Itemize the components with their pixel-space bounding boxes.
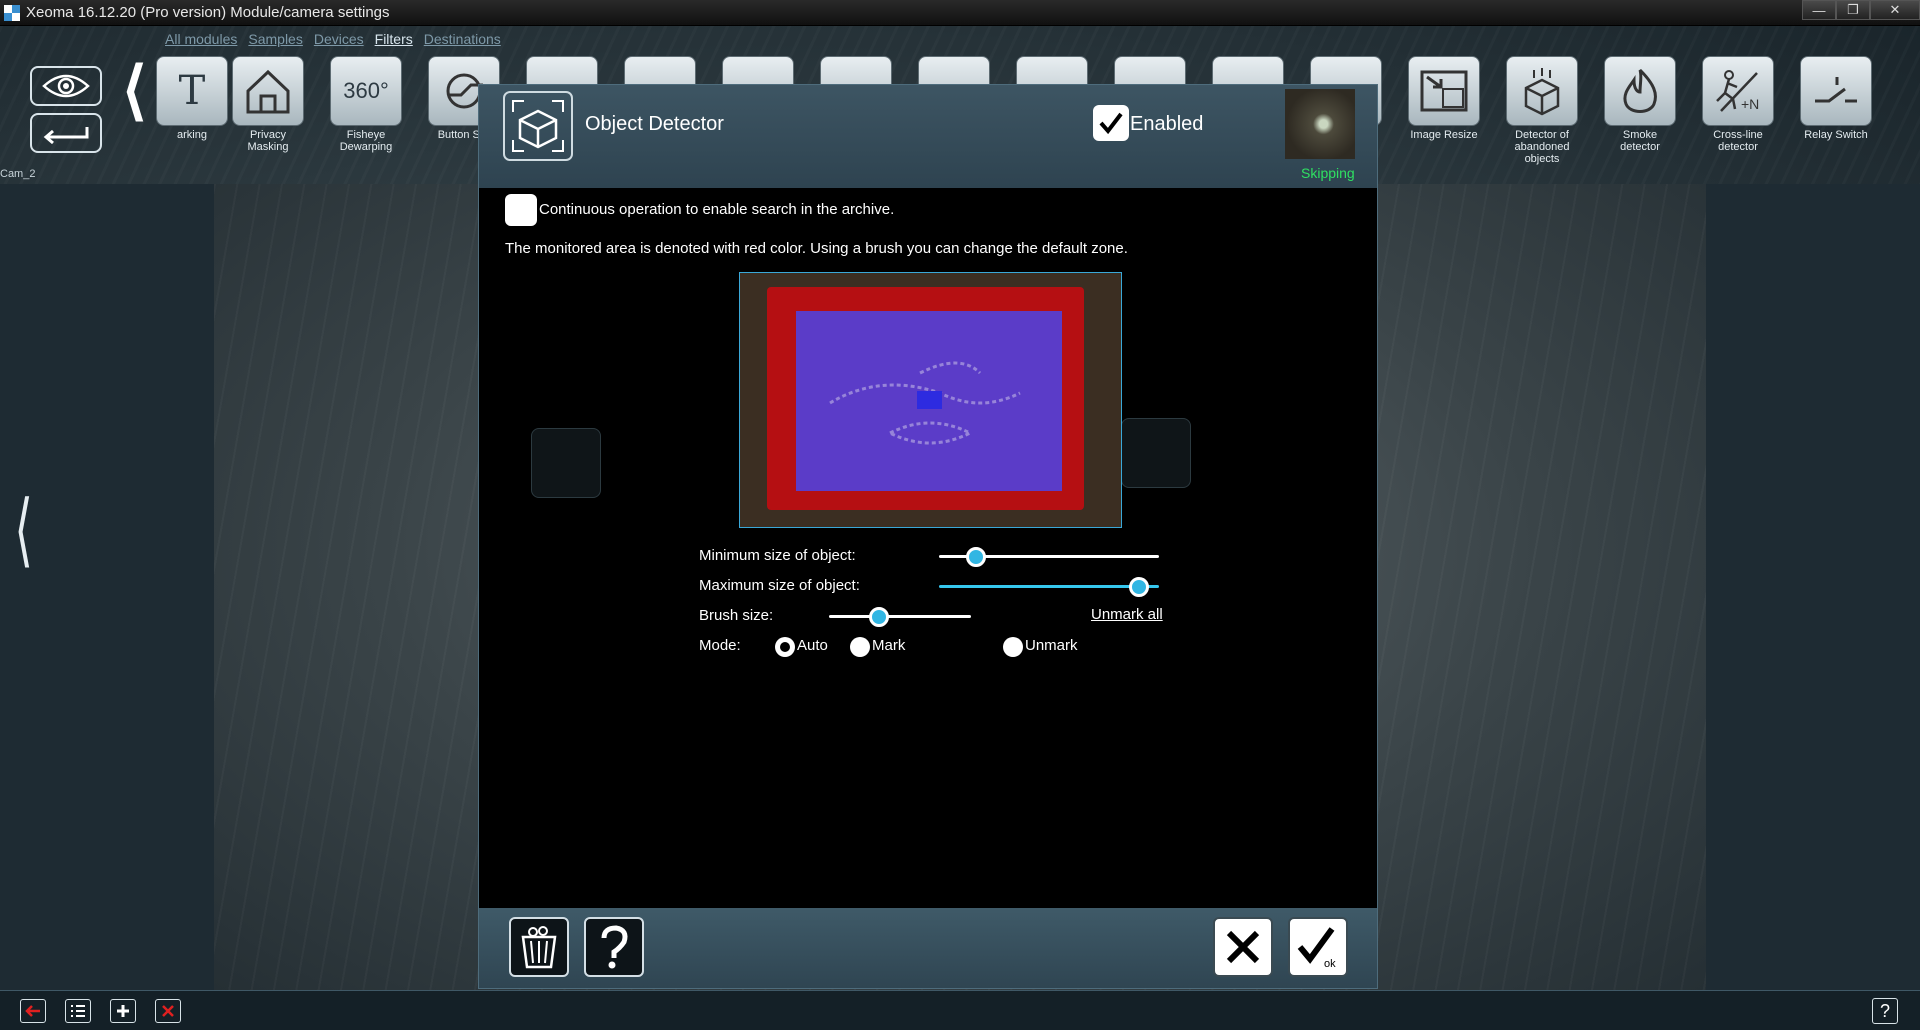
unmark-all-link[interactable]: Unmark all: [1091, 606, 1163, 623]
app-logo-icon: [4, 4, 20, 21]
fisheye-dewarping-icon: 360°: [330, 56, 402, 126]
mode-mark-radio[interactable]: [850, 637, 870, 657]
brush-size-slider[interactable]: [829, 607, 971, 627]
mode-auto-label: Auto: [797, 637, 828, 654]
zone-info-text: The monitored area is denoted with red c…: [505, 240, 1128, 257]
module-privacy-masking[interactable]: Privacy Masking: [232, 56, 304, 153]
scroll-left-modules-icon[interactable]: ⟨: [122, 58, 147, 122]
ghost-camera-icon: [531, 428, 601, 498]
min-size-knob[interactable]: [966, 547, 987, 567]
svg-text:+N: +N: [1741, 96, 1759, 112]
module-relay-switch[interactable]: Relay Switch: [1800, 56, 1872, 141]
object-detector-dialog: Object Detector Enabled Skipping Continu…: [478, 84, 1378, 989]
global-help-button[interactable]: ?: [1872, 998, 1898, 1024]
camera-label: Cam_2: [0, 168, 36, 180]
max-size-knob[interactable]: [1129, 577, 1150, 597]
bottom-bar: ?: [0, 990, 1920, 1030]
object-detector-icon: [503, 91, 573, 161]
return-arrow-icon: [43, 127, 89, 145]
checkmark-icon: ok: [1297, 927, 1336, 969]
relay-switch-icon: [1800, 56, 1872, 126]
mode-unmark-label: Unmark: [1025, 637, 1078, 654]
back-arrow-button[interactable]: [20, 999, 46, 1023]
back-button[interactable]: [30, 113, 102, 153]
brush-size-label: Brush size:: [699, 607, 774, 624]
left-tools: [30, 66, 102, 160]
window-title: Xeoma 16.12.20 (Pro version) Module/came…: [26, 4, 390, 21]
module-cross-line[interactable]: +N Cross-line detector: [1702, 56, 1774, 153]
mode-label: Mode:: [699, 637, 741, 654]
smoke-detector-icon: [1604, 56, 1676, 126]
prev-arrow-icon[interactable]: ⟨: [14, 490, 33, 570]
image-resize-icon: [1408, 56, 1480, 126]
delete-module-button[interactable]: [509, 917, 569, 977]
min-size-slider[interactable]: [939, 547, 1159, 567]
minimize-button[interactable]: —: [1802, 0, 1836, 20]
text-marking-icon: T: [156, 56, 228, 126]
right-panel: [1706, 184, 1920, 990]
restore-button[interactable]: ❐: [1836, 0, 1870, 20]
max-size-slider[interactable]: [939, 577, 1159, 597]
continuous-operation-label: Continuous operation to enable search in…: [539, 201, 895, 218]
dialog-header: Object Detector Enabled Skipping: [479, 85, 1377, 188]
nav-destinations[interactable]: Destinations: [424, 31, 501, 47]
help-button[interactable]: [584, 917, 644, 977]
privacy-masking-icon: [232, 56, 304, 126]
nav-devices[interactable]: Devices: [314, 31, 364, 47]
mode-mark-label: Mark: [872, 637, 906, 654]
min-size-label: Minimum size of object:: [699, 547, 856, 564]
module-abandoned-objects[interactable]: Detector of abandoned objects: [1506, 56, 1578, 165]
cross-line-icon: +N: [1702, 56, 1774, 126]
ok-button[interactable]: ok: [1288, 917, 1348, 977]
module-smoke-detector[interactable]: Smoke detector: [1604, 56, 1676, 153]
mode-unmark-radio[interactable]: [1003, 637, 1023, 657]
enabled-label: Enabled: [1130, 113, 1204, 135]
status-text: Skipping: [1301, 165, 1355, 181]
continuous-operation-checkbox[interactable]: [505, 194, 537, 226]
close-window-button[interactable]: ✕: [1870, 0, 1920, 20]
remove-button[interactable]: [155, 999, 181, 1023]
nav-filters[interactable]: Filters: [375, 31, 413, 47]
list-icon: [71, 1005, 85, 1017]
mode-auto-radio[interactable]: [775, 637, 795, 657]
module-fisheye-dewarping[interactable]: 360° Fisheye Dewarping: [330, 56, 402, 153]
cancel-button[interactable]: [1213, 917, 1273, 977]
zone-center-marker: [917, 391, 942, 409]
title-bar: Xeoma 16.12.20 (Pro version) Module/came…: [0, 0, 1920, 26]
close-icon: [1226, 930, 1260, 964]
detection-zone-editor[interactable]: [739, 272, 1122, 528]
trash-icon: [521, 926, 557, 969]
dialog-footer: ok: [479, 908, 1377, 988]
add-button[interactable]: [110, 999, 136, 1023]
module-nav: All modules Samples Devices Filters Dest…: [165, 31, 501, 47]
eye-icon: [42, 74, 90, 98]
max-size-label: Maximum size of object:: [699, 577, 860, 594]
dialog-title: Object Detector: [585, 113, 724, 135]
svg-text:ok: ok: [1324, 958, 1336, 969]
nav-all-modules[interactable]: All modules: [165, 31, 237, 47]
window-controls: — ❐ ✕: [1802, 0, 1920, 20]
brush-size-knob[interactable]: [868, 607, 889, 627]
checkmark-icon: [1099, 112, 1123, 135]
left-panel: [0, 184, 214, 990]
remove-icon: [162, 1005, 174, 1017]
list-button[interactable]: [65, 999, 91, 1023]
camera-thumbnail: [1285, 89, 1355, 159]
module-image-resize[interactable]: Image Resize: [1408, 56, 1480, 141]
abandoned-objects-icon: [1506, 56, 1578, 126]
back-arrow-icon: [25, 1005, 40, 1017]
plus-icon: [117, 1005, 129, 1017]
question-icon: [601, 925, 628, 969]
nav-samples[interactable]: Samples: [248, 31, 302, 47]
ghost-viewer-icon: [1121, 418, 1191, 488]
view-button[interactable]: [30, 66, 102, 106]
module-text-marking[interactable]: T arking: [156, 56, 228, 141]
enabled-checkbox[interactable]: [1093, 105, 1129, 141]
